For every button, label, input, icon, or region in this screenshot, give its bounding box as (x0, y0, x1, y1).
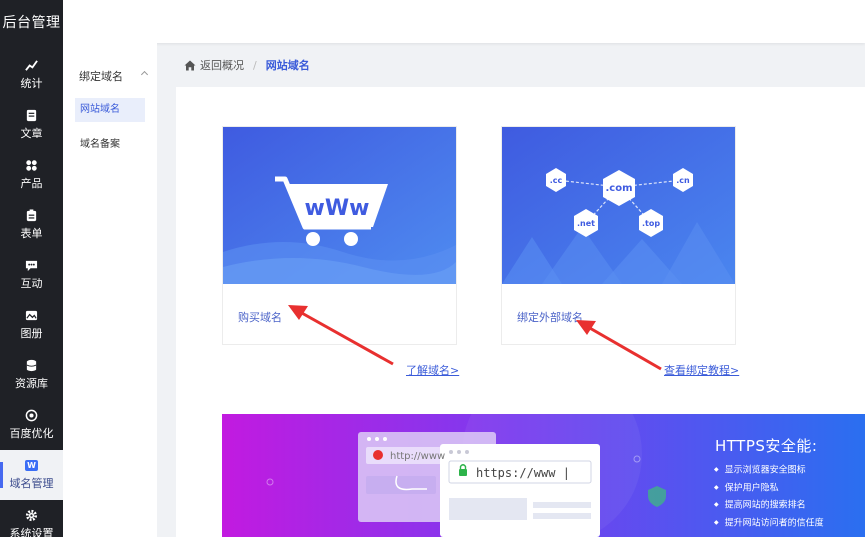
https-benefits-list: 显示浏览器安全图标 保护用户隐私 提高网站的搜索排名 提升网站访问者的信任度 (714, 461, 824, 531)
nav-item-label: 统计 (20, 77, 43, 90)
subnav-item-site-domain[interactable]: 网站域名 (75, 98, 145, 122)
breadcrumb-back-link[interactable]: 返回概况 (200, 57, 244, 73)
subnav-group-bind-domain[interactable]: 绑定域名 (79, 68, 149, 84)
grid-icon (26, 160, 37, 171)
buy-domain-banner: wWw (223, 127, 456, 284)
chevron-up-icon (140, 70, 149, 79)
nav-item-resources[interactable]: 资源库 (0, 350, 63, 400)
domain-top-label: .top (642, 219, 660, 228)
form-icon (26, 209, 37, 222)
nav-item-label: 百度优化 (9, 427, 54, 440)
bind-external-domain-label[interactable]: 绑定外部域名 (517, 309, 583, 325)
breadcrumb-separator: / (253, 58, 257, 72)
bind-domain-banner: .cc .com .cn .net .top (502, 127, 735, 284)
https-benefit-item: 显示浏览器安全图标 (714, 461, 824, 479)
https-title: HTTPS安全能: (715, 437, 818, 455)
album-icon (25, 310, 38, 321)
https-promo-banner[interactable]: http://www https://www | HTTPS安全能: 显示浏览器… (222, 414, 865, 537)
breadcrumb-current: 网站域名 (265, 59, 310, 72)
http-url-text: http://www (390, 451, 446, 462)
nav-item-label: 文章 (20, 127, 43, 140)
https-benefit-item: 提高网站的搜索排名 (714, 496, 824, 514)
main-nav: 后台管理 统计 文章 产品 表单 互动 图册 资源库 百度优化 W 域名管理 系… (0, 0, 63, 537)
subnav-group-label: 绑定域名 (79, 70, 123, 83)
nav-item-settings[interactable]: 系统设置 (0, 500, 63, 537)
svg-text:wWw: wWw (305, 196, 370, 221)
database-icon (26, 359, 37, 372)
nav-item-label: 系统设置 (9, 527, 54, 537)
domain-cn-label: .cn (676, 176, 690, 185)
domain-network-illustration: .cc .com .cn .net .top (502, 127, 735, 284)
nav-item-domains[interactable]: W 域名管理 (0, 450, 63, 500)
https-benefit-item: 提升网站访问者的信任度 (714, 514, 824, 532)
nav-item-label: 图册 (20, 327, 43, 340)
nav-item-label: 产品 (20, 177, 43, 190)
bind-external-domain-card[interactable]: .cc .com .cn .net .top 绑定外部域名 (501, 126, 736, 345)
nav-item-stats[interactable]: 统计 (0, 50, 63, 100)
domain-com-label: .com (605, 183, 632, 194)
nav-item-label: 表单 (20, 227, 43, 240)
https-benefit-item: 保护用户隐私 (714, 479, 824, 497)
domain-icon: W (25, 459, 38, 471)
binding-tutorial-link[interactable]: 查看绑定教程> (664, 362, 739, 378)
buy-domain-label[interactable]: 购买域名 (238, 309, 282, 325)
chat-icon (25, 260, 38, 272)
breadcrumb: 返回概况 / 网站域名 (176, 43, 865, 87)
shopping-cart-illustration: wWw (223, 127, 456, 284)
gear-icon (25, 509, 38, 522)
brand-title: 后台管理 (2, 14, 61, 31)
article-icon (26, 109, 37, 122)
nav-item-products[interactable]: 产品 (0, 150, 63, 200)
seo-icon (25, 409, 38, 422)
nav-item-articles[interactable]: 文章 (0, 100, 63, 150)
home-icon (184, 60, 196, 70)
main-panel: wWw 购买域名 了解域名> .cc .com .cn .net .top 绑定… (176, 87, 865, 537)
domain-cc-label: .cc (550, 176, 563, 185)
top-bar (63, 0, 865, 43)
buy-domain-card[interactable]: wWw 购买域名 (222, 126, 457, 345)
sub-nav: 绑定域名 网站域名 域名备案 (63, 43, 157, 537)
nav-item-albums[interactable]: 图册 (0, 300, 63, 350)
subnav-item-domain-filing[interactable]: 域名备案 (75, 133, 145, 157)
learn-domain-link[interactable]: 了解域名> (406, 362, 459, 378)
nav-item-forms[interactable]: 表单 (0, 200, 63, 250)
nav-item-label: 互动 (20, 277, 43, 290)
chart-icon (25, 60, 38, 71)
nav-item-label: 资源库 (15, 377, 48, 390)
https-url-text: https://www | (476, 466, 570, 480)
nav-item-interaction[interactable]: 互动 (0, 250, 63, 300)
nav-item-seo[interactable]: 百度优化 (0, 400, 63, 450)
nav-item-label: 域名管理 (9, 476, 54, 490)
domain-net-label: .net (577, 219, 595, 228)
